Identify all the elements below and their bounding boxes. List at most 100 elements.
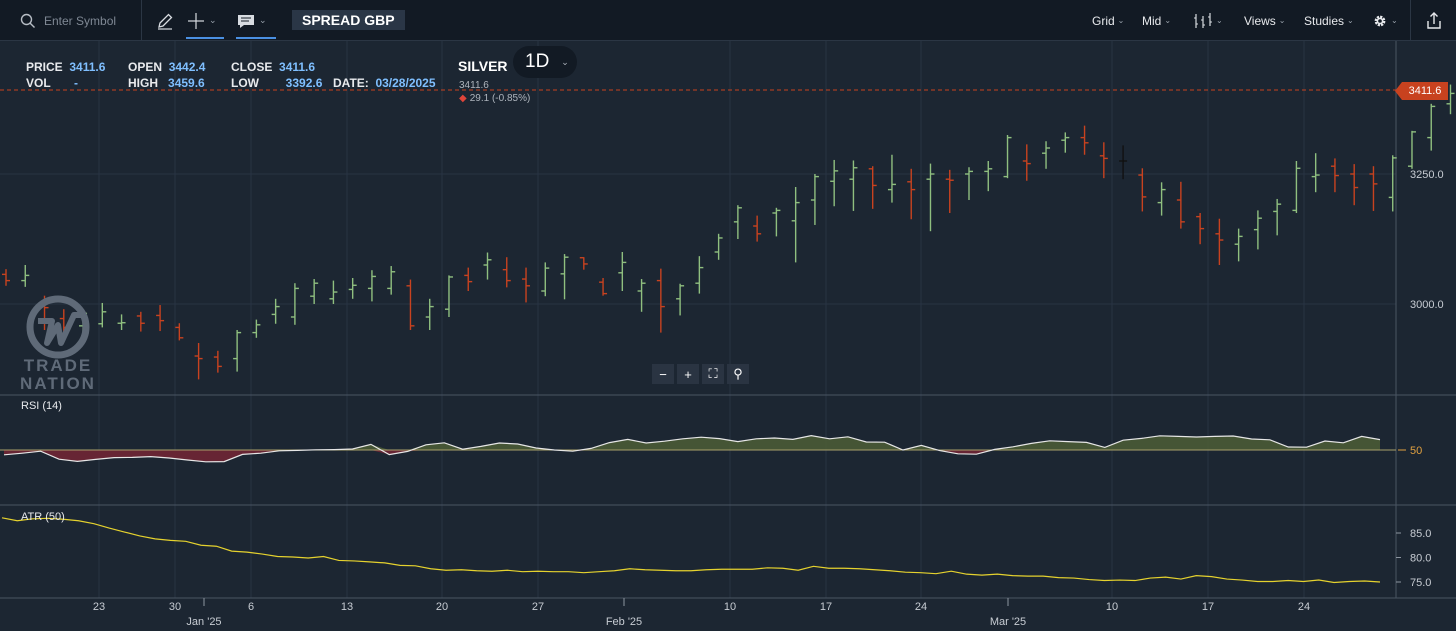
ohlc-bar <box>1061 132 1070 153</box>
rsi-panel: 50 <box>0 434 1422 463</box>
chevron-down-icon: ⌄ <box>209 15 217 25</box>
ohlc-bar <box>310 279 319 304</box>
date-tick-label: 23 <box>93 601 105 613</box>
zoom-reset-icon[interactable]: ⚲ <box>727 364 749 384</box>
ohlc-bar <box>21 265 30 287</box>
symbol-search-input[interactable] <box>44 13 139 28</box>
ohlc-bar <box>367 270 376 302</box>
timeframe-selector[interactable]: 1D ⌄ <box>513 46 577 78</box>
ohlc-bar <box>136 311 145 332</box>
date-tick-label: 27 <box>532 601 544 613</box>
chevron-down-icon: ⌄ <box>561 56 569 67</box>
rsi-label[interactable]: RSI (14) <box>21 400 62 412</box>
chevron-down-icon: ⌄ <box>1347 16 1354 25</box>
date-tick-label: 10 <box>1106 601 1118 613</box>
high-value: 3459.6 <box>168 76 205 90</box>
price-tick-label: 3250.0 <box>1410 169 1444 181</box>
close-label: CLOSE <box>231 60 273 74</box>
atr-panel: 85.0 80.0 75.0 <box>1 517 1431 589</box>
ohlc-bar <box>676 283 685 316</box>
symbol-search[interactable] <box>0 0 142 41</box>
price-axis[interactable]: 3250.0 3000.0 <box>1410 169 1444 311</box>
fullscreen-icon[interactable]: ⛶ <box>702 364 724 384</box>
month-label: Mar '25 <box>990 616 1026 628</box>
settings-menu[interactable]: ⌄ <box>1372 0 1398 41</box>
rsi-tick-label: 50 <box>1410 445 1422 457</box>
ohlc-bar <box>887 154 896 203</box>
chart-canvas[interactable]: 3250.0 3000.0 50 85.0 80.0 75.0 23 30 6 13 20 27… <box>0 41 1456 631</box>
comment-tool-button[interactable]: ⌄ <box>236 0 276 41</box>
ohlc-bar <box>406 279 415 330</box>
ohlc-bar <box>156 305 165 332</box>
rsi-oversold-fill <box>4 450 1380 462</box>
share-button[interactable] <box>1410 0 1456 41</box>
ohlc-bar <box>483 252 492 280</box>
gear-icon <box>1374 15 1386 26</box>
grid-menu[interactable]: Grid ⌄ <box>1092 0 1124 41</box>
date-axis[interactable]: 23 30 6 13 20 27 10 17 24 10 17 24 Jan '25 Feb '25 Mar… <box>93 598 1310 628</box>
logo-text-top: TRADE <box>23 356 93 375</box>
high-readout: HIGH 3459.6 <box>128 76 205 90</box>
ohlc-bar <box>252 319 261 338</box>
ohlc-bar <box>579 257 588 270</box>
atr-label[interactable]: ATR (50) <box>21 511 65 523</box>
ohlc-bar <box>560 254 569 300</box>
ohlc-bar <box>753 215 762 242</box>
price-value: 3411.6 <box>69 60 106 74</box>
date-tick-label: 13 <box>341 601 353 613</box>
pencil-icon <box>158 13 173 30</box>
studies-menu[interactable]: Studies ⌄ <box>1304 0 1354 41</box>
zoom-controls: − + ⛶ ⚲ <box>652 364 749 384</box>
ohlc-bar <box>233 330 242 372</box>
ohlc-bar <box>984 161 993 192</box>
low-label: LOW <box>231 76 259 90</box>
low-value: 3392.6 <box>285 76 323 90</box>
ohlc-bar <box>117 314 126 330</box>
ohlc-bar <box>425 298 434 330</box>
active-tool-underline <box>236 37 276 39</box>
symbol-chip[interactable]: SPREAD GBP <box>292 10 405 30</box>
ohlc-bar <box>1176 181 1185 229</box>
minus-icon[interactable]: − <box>652 364 674 384</box>
ohlc-bar <box>194 343 203 380</box>
vol-label: VOL <box>26 76 51 90</box>
date-tick-label: 24 <box>915 601 927 613</box>
views-menu[interactable]: Views ⌄ <box>1244 0 1286 41</box>
low-readout: LOW 3392.6 <box>231 76 322 90</box>
ohlc-bar <box>387 266 396 295</box>
ohlc-bar <box>791 187 800 263</box>
ohlc-bar <box>1292 161 1301 213</box>
grid-menu-label: Grid <box>1092 13 1115 28</box>
ohlc-bar <box>772 207 781 237</box>
price-tick-label: 3000.0 <box>1410 299 1444 311</box>
ohlc-bar <box>1157 182 1166 216</box>
date-tick-label: 20 <box>436 601 448 613</box>
ohlc-bar <box>810 174 819 225</box>
ohlc-bar <box>175 323 184 341</box>
date-label: DATE: <box>333 76 369 90</box>
ohlc-bar <box>271 298 280 324</box>
date-readout: DATE: 03/28/2025 <box>333 76 436 90</box>
ohlc-bar <box>965 167 973 200</box>
crosshair-tool-button[interactable]: ⌄ <box>186 0 224 41</box>
plus-icon[interactable]: + <box>677 364 699 384</box>
price-label: PRICE <box>26 60 63 74</box>
ohlc-bar <box>1350 164 1359 206</box>
ohlc-bar <box>1427 103 1436 151</box>
ohlc-bar <box>830 159 839 207</box>
bar-style-menu[interactable]: ⌄ <box>1193 0 1223 41</box>
ohlc-bar <box>599 278 608 296</box>
chevron-down-icon: ⌄ <box>1117 16 1125 25</box>
draw-tool-button[interactable] <box>155 0 175 41</box>
chevron-down-icon: ⌄ <box>1278 16 1286 25</box>
trading-app: ⌄ ⌄ SPREAD GBP Grid⌄ Mid⌄ ⌄ Views⌄ Studi… <box>0 0 1456 631</box>
instrument-change: ◆ 29.1 (-0.85%) <box>459 93 530 104</box>
instrument-change-value: 29.1 (-0.85%) <box>469 93 531 104</box>
ohlc-bar <box>1407 130 1416 169</box>
ohlc-bar <box>213 350 222 373</box>
mid-menu[interactable]: Mid ⌄ <box>1142 0 1171 41</box>
ohlc-bar <box>2 269 10 286</box>
atr-tick-label: 75.0 <box>1410 577 1431 589</box>
ohlc-bar <box>945 169 954 213</box>
ohlc-bar <box>1138 168 1147 212</box>
